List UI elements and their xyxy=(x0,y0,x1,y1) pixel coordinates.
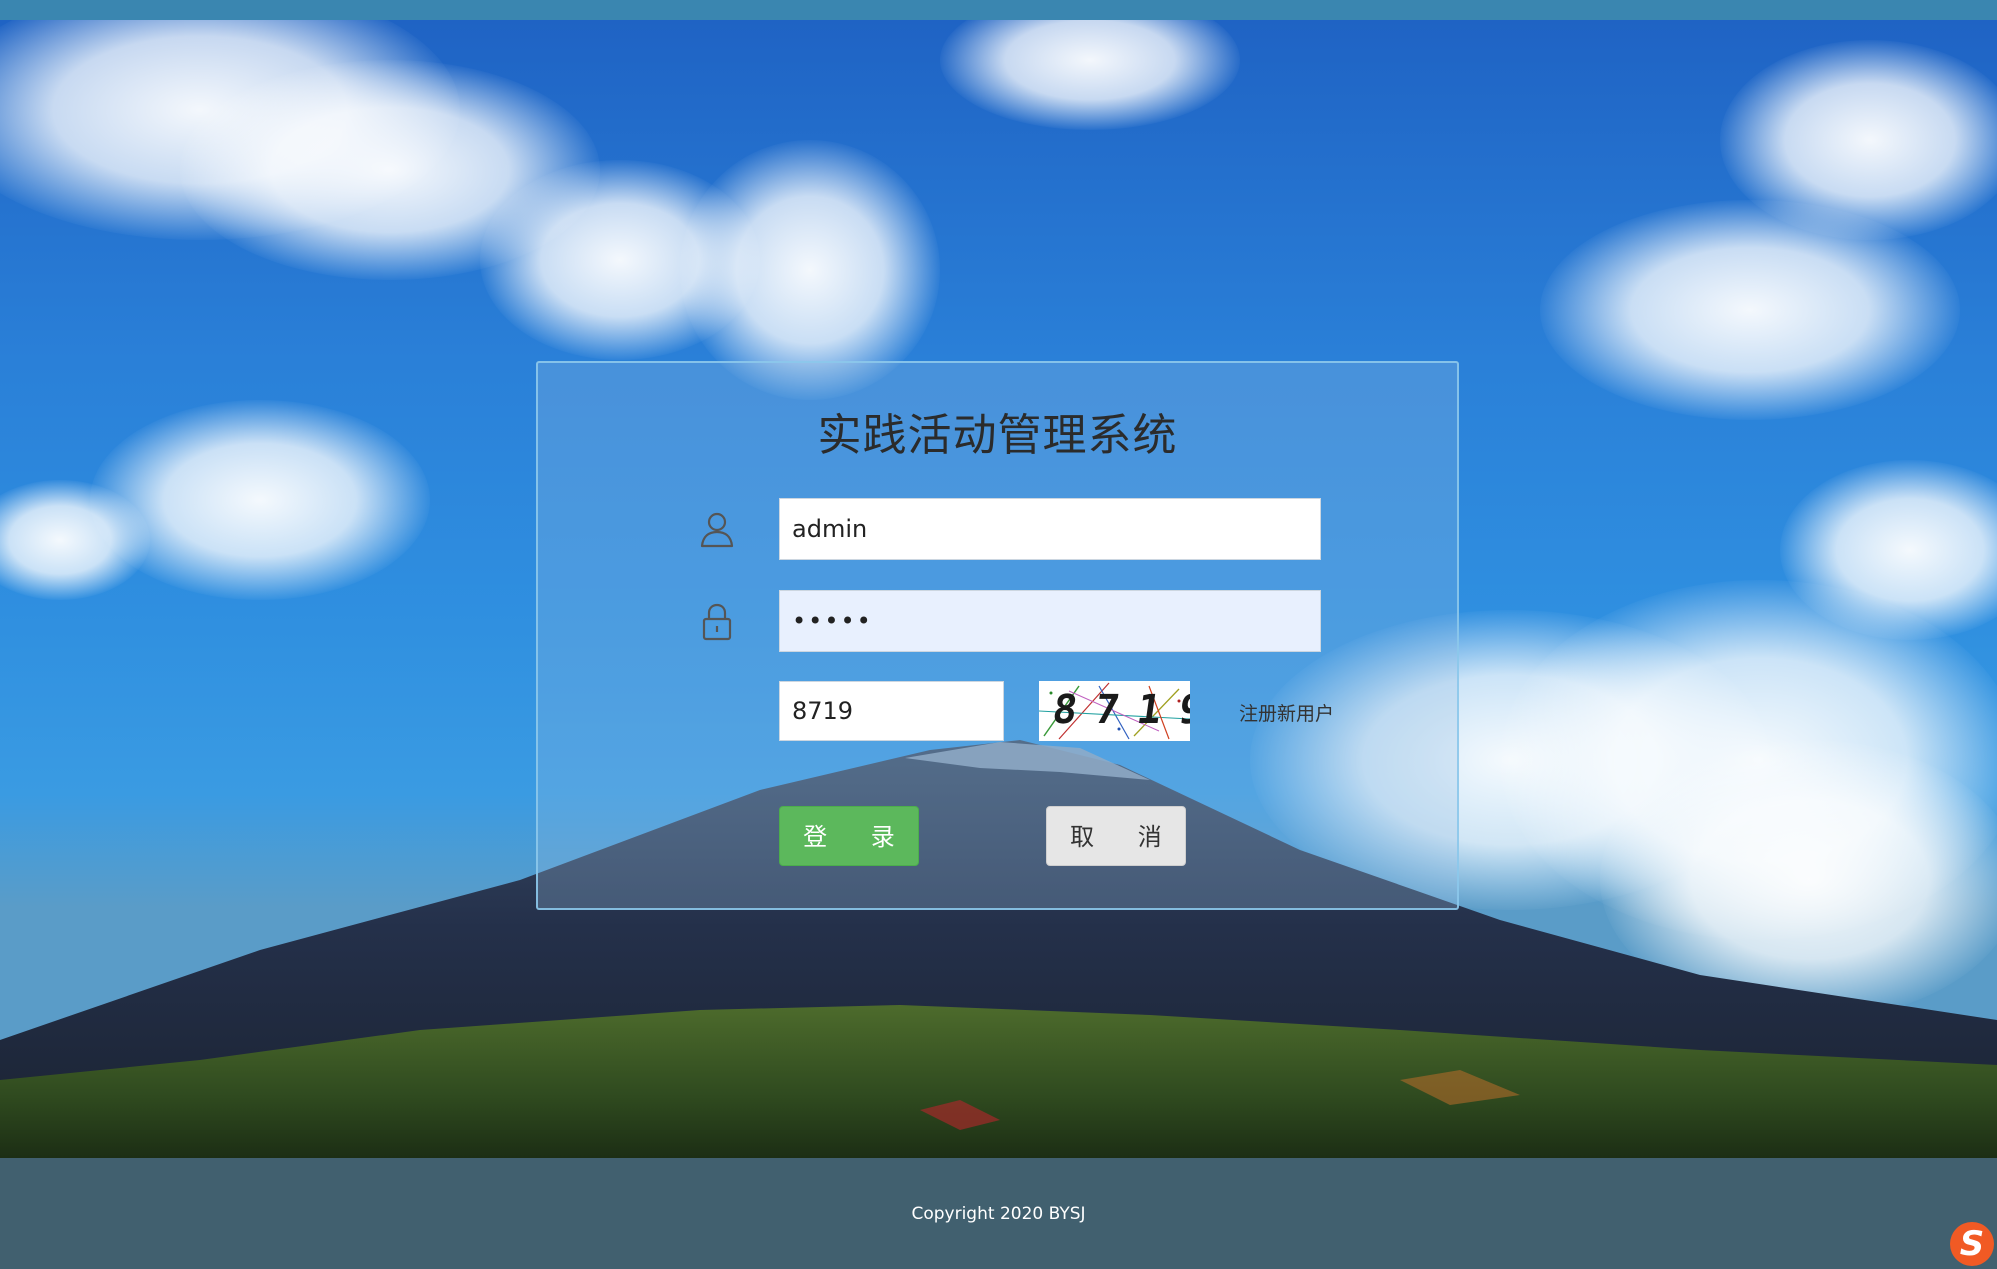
user-icon xyxy=(700,512,734,548)
password-input[interactable] xyxy=(779,590,1321,652)
captcha-text: 8719 xyxy=(1049,687,1190,733)
sogou-ime-icon[interactable]: S xyxy=(1950,1222,1994,1266)
login-panel: 实践活动管理系统 admin ••••• 8719 8719 注册新用户 登 录… xyxy=(536,361,1459,910)
lock-icon xyxy=(702,603,732,641)
copyright-text: Copyright 2020 BYSJ xyxy=(911,1204,1086,1224)
cancel-button[interactable]: 取 消 xyxy=(1046,806,1186,866)
captcha-image[interactable]: 8719 xyxy=(1039,681,1190,741)
login-page: 实践活动管理系统 admin ••••• 8719 8719 注册新用户 登 录… xyxy=(0,0,1997,1269)
footer: Copyright 2020 BYSJ xyxy=(0,1158,1997,1269)
register-link[interactable]: 注册新用户 xyxy=(1239,699,1334,726)
username-input[interactable] xyxy=(779,498,1321,560)
top-accent-bar xyxy=(0,0,1997,20)
captcha-input[interactable] xyxy=(779,681,1004,741)
login-button[interactable]: 登 录 xyxy=(779,806,919,866)
page-title: 实践活动管理系统 xyxy=(817,410,1178,461)
